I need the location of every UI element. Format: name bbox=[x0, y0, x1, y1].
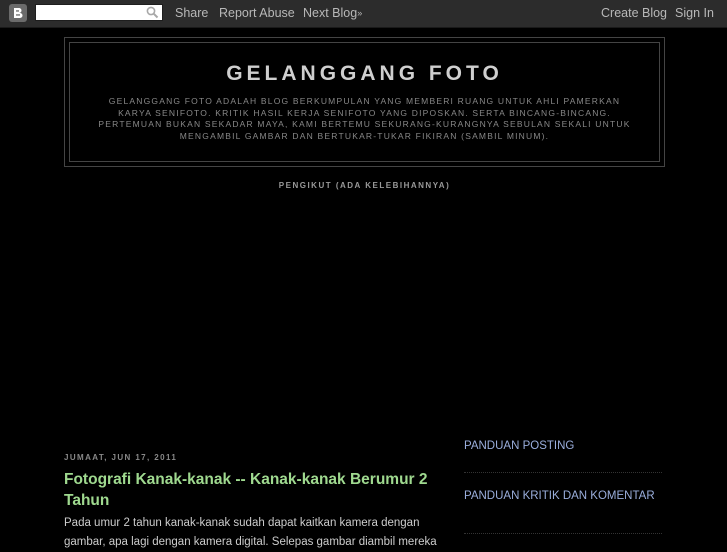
share-link[interactable]: Share bbox=[175, 6, 208, 21]
post-body: Pada umur 2 tahun kanak-kanak sudah dapa… bbox=[64, 517, 437, 548]
blogger-logo-icon[interactable] bbox=[9, 4, 27, 22]
blogger-navbar: Share Report Abuse Next Blog» Create Blo… bbox=[0, 0, 727, 28]
post-title-link[interactable]: Fotografi Kanak-kanak -- Kanak-kanak Ber… bbox=[64, 469, 434, 511]
followers-widget-title: PENGIKUT (ADA KELEBIHANNYA) bbox=[278, 181, 451, 190]
report-abuse-link[interactable]: Report Abuse bbox=[219, 6, 295, 21]
search-input[interactable] bbox=[36, 5, 152, 20]
sign-in-link[interactable]: Sign In bbox=[675, 6, 714, 21]
blog-title[interactable]: GELANGGANG FOTO bbox=[69, 61, 660, 87]
search-box[interactable] bbox=[35, 4, 163, 21]
post-date: JUMAAT, JUN 17, 2011 bbox=[64, 453, 178, 462]
sidebar-link-panduan-kritik[interactable]: PANDUAN KRITIK DAN KOMENTAR bbox=[464, 490, 655, 502]
create-blog-link[interactable]: Create Blog bbox=[601, 6, 667, 21]
blog-description: GELANGGANG FOTO ADALAH BLOG BERKUMPULAN … bbox=[98, 96, 631, 141]
sidebar-divider bbox=[464, 472, 662, 473]
sidebar-divider bbox=[464, 533, 662, 534]
search-icon[interactable] bbox=[146, 6, 159, 24]
next-blog-link[interactable]: Next Blog» bbox=[303, 6, 362, 21]
next-blog-label: Next Blog bbox=[303, 6, 358, 20]
double-chevron-right-icon: » bbox=[357, 8, 363, 18]
sidebar-link-panduan-posting[interactable]: PANDUAN POSTING bbox=[464, 440, 574, 452]
